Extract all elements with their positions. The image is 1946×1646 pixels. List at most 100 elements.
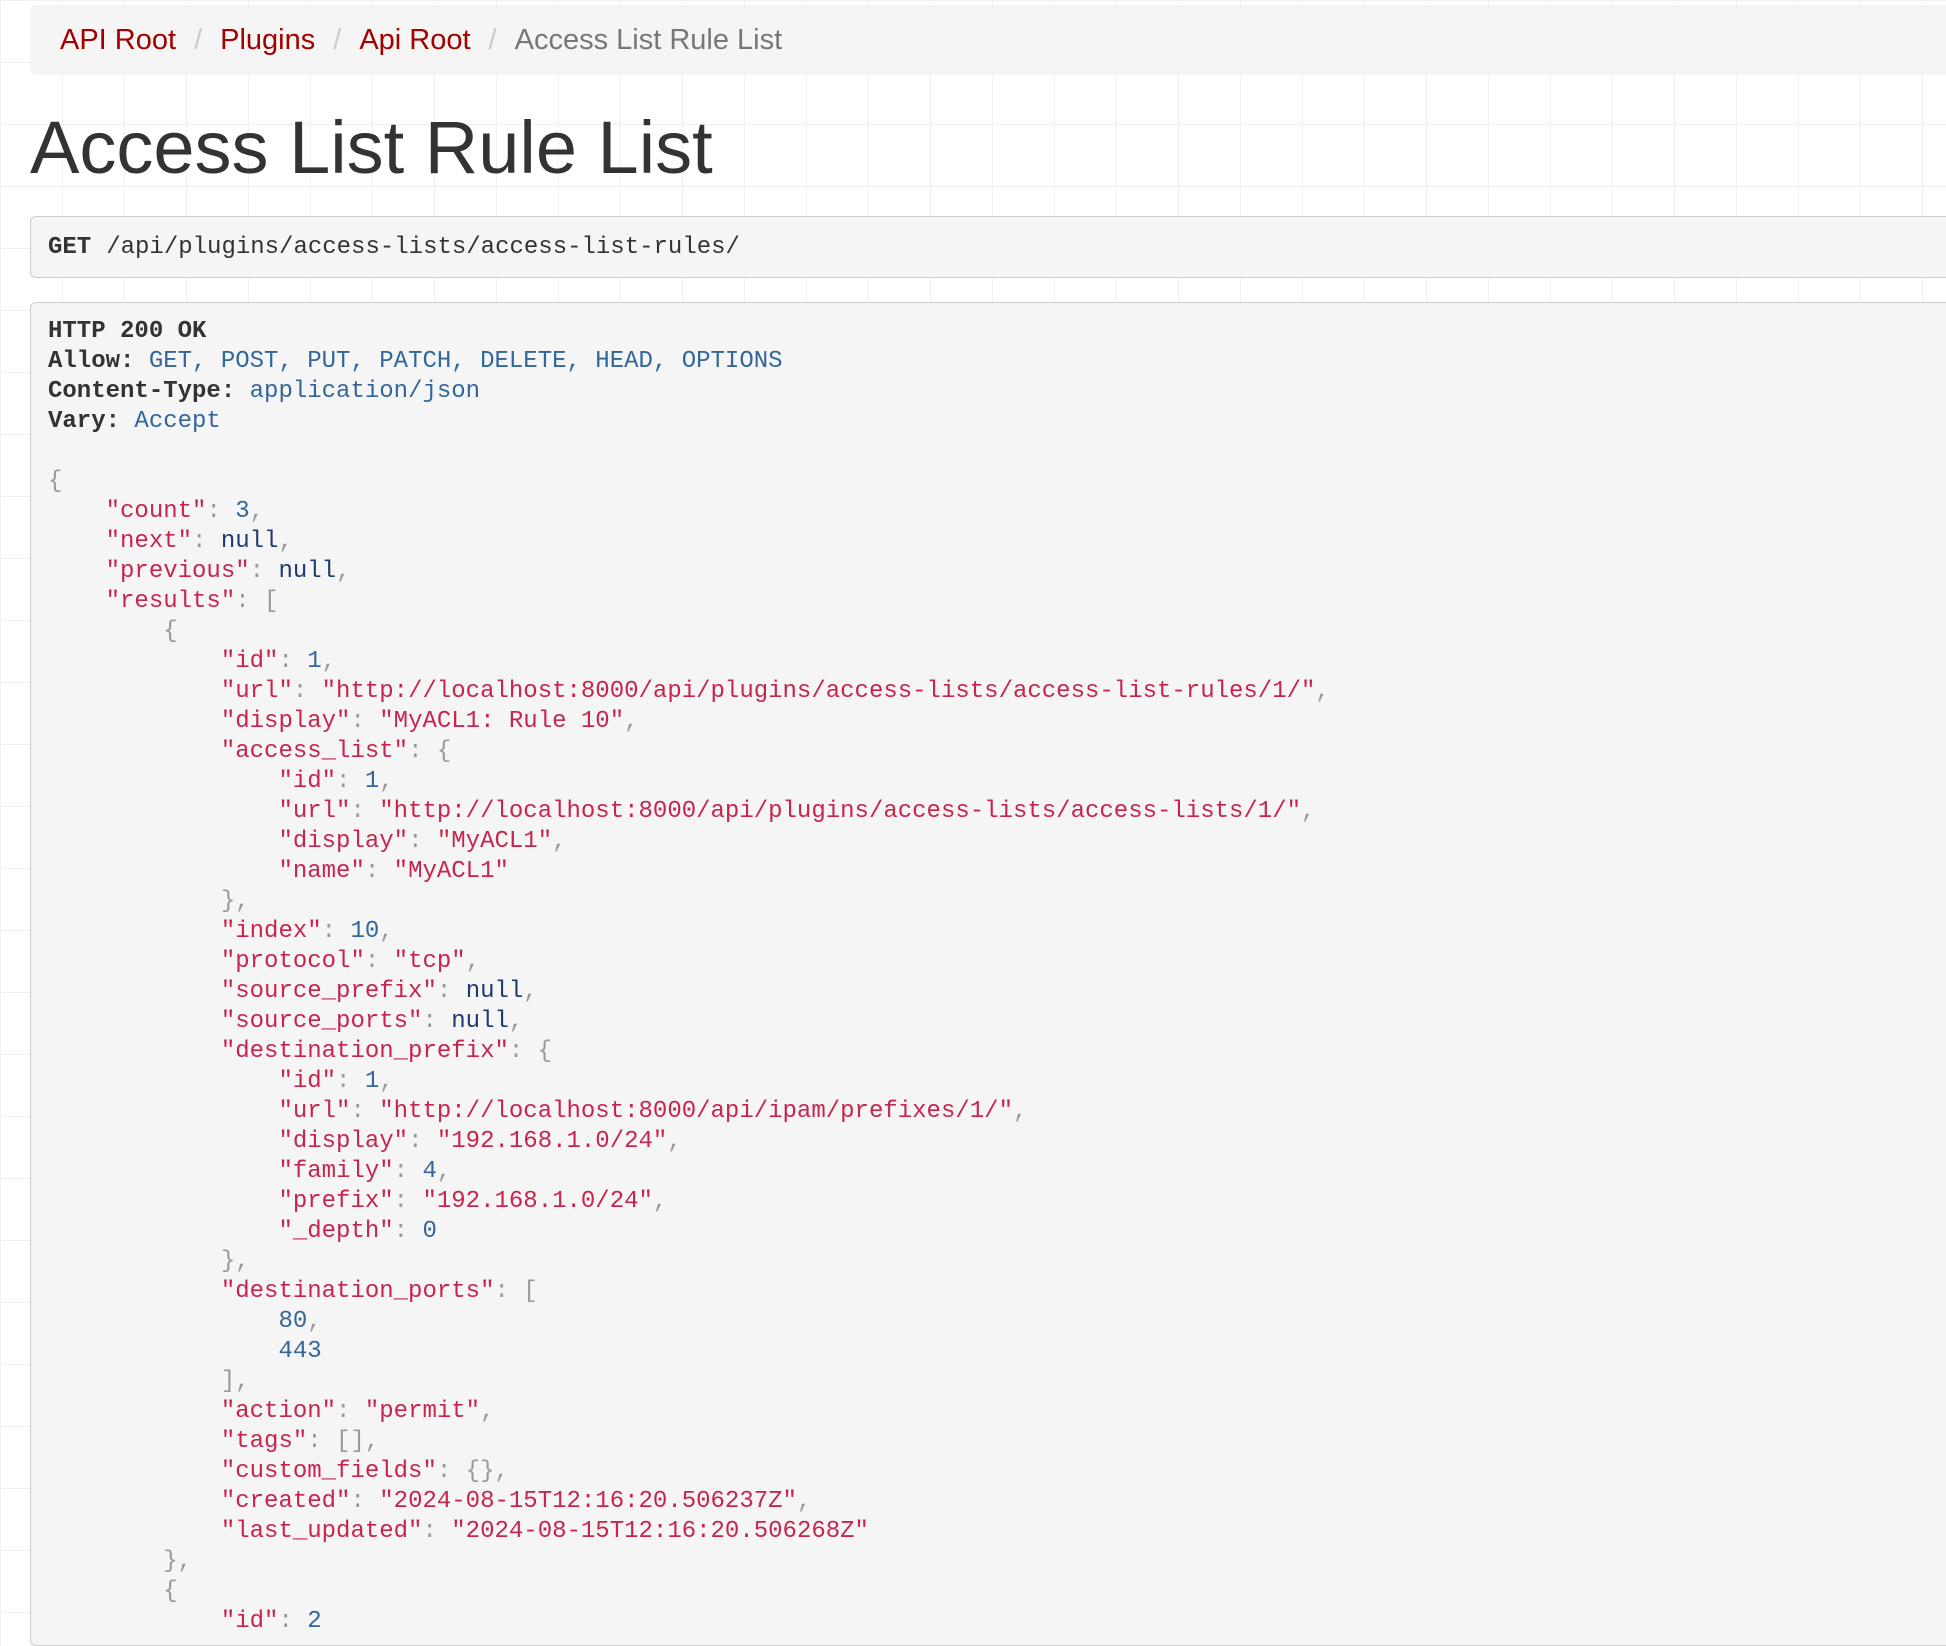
json-punctuation: ,: [480, 1398, 495, 1425]
json-line: 443: [48, 1337, 1946, 1367]
json-key: "url": [220, 678, 293, 705]
json-line: "source_prefix": null,: [48, 977, 1946, 1007]
json-punctuation: : {},: [436, 1458, 509, 1485]
json-punctuation: ,: [652, 1188, 668, 1215]
json-string: "http://localhost:8000/api/plugins/acces…: [321, 678, 1316, 705]
json-line: },: [48, 1247, 1946, 1277]
json-string: "2024-08-15T12:16:20.506237Z": [379, 1488, 797, 1515]
json-line: "previous": null,: [48, 557, 1946, 587]
json-punctuation: :: [321, 918, 351, 945]
json-number: 1: [364, 1068, 380, 1095]
json-punctuation: :: [192, 528, 221, 555]
json-punctuation: :: [393, 1158, 423, 1185]
breadcrumb-link-plugins[interactable]: Plugins: [220, 24, 315, 57]
json-null: null: [451, 1008, 509, 1035]
json-number: 4: [422, 1158, 437, 1185]
json-punctuation: ,: [1301, 798, 1316, 825]
request-info: GET /api/plugins/access-lists/access-lis…: [30, 216, 1946, 278]
json-string: "MyACL1: Rule 10": [379, 708, 625, 735]
json-punctuation: :: [393, 1218, 423, 1245]
request-path: /api/plugins/access-lists/access-list-ru…: [106, 233, 740, 261]
json-punctuation: :: [336, 768, 365, 795]
json-punctuation: :: [278, 1608, 308, 1635]
json-key: "custom_fields": [220, 1458, 437, 1485]
json-punctuation: :: [350, 1098, 380, 1125]
json-punctuation: :: [436, 978, 466, 1005]
json-line: "tags": [],: [48, 1427, 1946, 1457]
json-string: "http://localhost:8000/api/ipam/prefixes…: [379, 1098, 1013, 1125]
json-punctuation: ,: [379, 918, 394, 945]
json-punctuation: :: [393, 1188, 423, 1215]
breadcrumb-current: Access List Rule List: [514, 23, 783, 56]
json-line: "id": 1,: [48, 647, 1946, 677]
json-line: "access_list": {: [48, 737, 1946, 767]
json-number: 10: [350, 918, 380, 945]
json-line: "_depth": 0: [48, 1217, 1946, 1247]
json-punctuation: ,: [523, 978, 538, 1005]
json-key: "destination_prefix": [220, 1038, 509, 1065]
breadcrumb-link-api-root[interactable]: API Root: [60, 24, 176, 57]
json-punctuation: ,: [1012, 1098, 1028, 1125]
json-string: "2024-08-15T12:16:20.506268Z": [451, 1518, 869, 1545]
json-line: "url": "http://localhost:8000/api/plugin…: [48, 797, 1946, 827]
json-punctuation: :: [336, 1398, 365, 1425]
json-punctuation: ,: [379, 1068, 394, 1095]
json-line: "id": 1,: [48, 1067, 1946, 1097]
json-line: "count": 3,: [48, 497, 1946, 527]
json-punctuation: ,: [379, 768, 394, 795]
json-punctuation: :: [206, 498, 236, 525]
json-punctuation: ,: [249, 498, 265, 525]
json-punctuation: ,: [436, 1158, 452, 1185]
json-null: null: [278, 558, 337, 585]
json-punctuation: :: [350, 708, 380, 735]
json-number: 1: [307, 648, 322, 675]
json-punctuation: :: [364, 948, 394, 975]
json-string: "MyACL1": [393, 858, 509, 885]
json-punctuation: :: [422, 1518, 452, 1545]
json-line: ],: [48, 1367, 1946, 1397]
json-key: "display": [220, 708, 351, 735]
json-punctuation: ],: [220, 1368, 250, 1395]
json-key: "destination_ports": [220, 1278, 495, 1305]
json-line: {: [48, 467, 1946, 497]
json-line: "display": "MyACL1: Rule 10",: [48, 707, 1946, 737]
page: API Root / Plugins / Api Root / Access L…: [30, 0, 1946, 1646]
breadcrumb-link-plugins-api-root[interactable]: Api Root: [359, 24, 470, 57]
json-line: "next": null,: [48, 527, 1946, 557]
breadcrumb-separator: /: [194, 23, 203, 56]
json-string: "http://localhost:8000/api/plugins/acces…: [379, 798, 1302, 825]
json-line: "protocol": "tcp",: [48, 947, 1946, 977]
json-punctuation: },: [220, 888, 250, 915]
json-line: },: [48, 887, 1946, 917]
json-line: {: [48, 1577, 1946, 1607]
json-line: "family": 4,: [48, 1157, 1946, 1187]
json-key: "display": [278, 828, 409, 855]
response-header-content-type: Content-Type: application/json: [48, 377, 1946, 407]
response-info: HTTP 200 OK Allow: GET, POST, PUT, PATCH…: [30, 302, 1946, 1646]
response-header-allow: Allow: GET, POST, PUT, PATCH, DELETE, HE…: [48, 347, 1946, 377]
json-line: "display": "MyACL1",: [48, 827, 1946, 857]
json-line: "created": "2024-08-15T12:16:20.506237Z"…: [48, 1487, 1946, 1517]
json-string: "192.168.1.0/24": [422, 1188, 653, 1215]
json-key: "created": [220, 1488, 351, 1515]
json-punctuation: ,: [278, 528, 293, 555]
